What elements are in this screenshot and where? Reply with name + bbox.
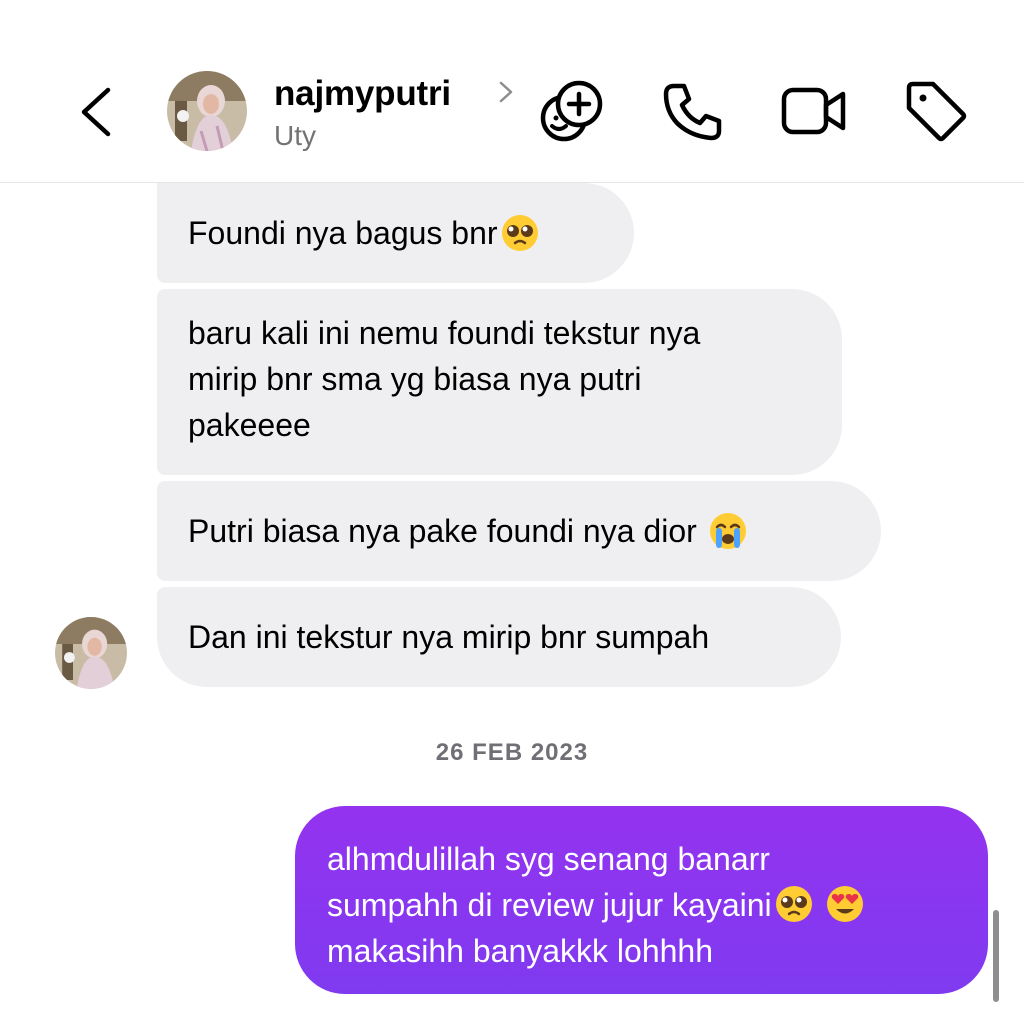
message-text: Foundi nya bagus bnr <box>188 215 498 251</box>
sent-message-line: alhmdulillah syg senang banarr <box>327 841 770 877</box>
back-button[interactable] <box>78 82 118 142</box>
received-message[interactable]: Putri biasa nya pake foundi nya dior <box>157 481 881 581</box>
video-icon <box>781 87 846 135</box>
chat-header: najmyputri Uty <box>0 0 1024 183</box>
pleading-face-emoji-icon <box>775 886 812 922</box>
pleading-face-emoji-icon <box>501 215 538 251</box>
video-call-button[interactable] <box>781 78 847 144</box>
tag-icon <box>906 81 967 142</box>
phone-icon <box>663 83 722 141</box>
add-people-button[interactable] <box>537 78 603 144</box>
scrollbar[interactable] <box>993 910 999 1002</box>
received-message[interactable]: Dan ini tekstur nya mirip bnr sumpah <box>157 587 841 687</box>
date-separator: 26 FEB 2023 <box>435 739 589 766</box>
sent-message[interactable]: alhmdulillah syg senang banarr sumpahh d… <box>295 806 988 994</box>
tag-button[interactable] <box>903 78 969 144</box>
call-button[interactable] <box>660 78 726 144</box>
chevron-right-icon[interactable] <box>496 80 516 104</box>
message-text: Dan ini tekstur nya mirip bnr sumpah <box>188 619 710 655</box>
message-text: Putri biasa nya pake foundi nya dior <box>188 513 706 549</box>
received-message[interactable]: Foundi nya bagus bnr <box>157 183 634 283</box>
received-message[interactable]: baru kali ini nemu foundi tekstur nya mi… <box>157 289 842 475</box>
display-name: Uty <box>274 120 316 151</box>
message-text: baru kali ini nemu foundi tekstur nya mi… <box>188 315 701 443</box>
sent-message-line: makasihh banyakkk lohhhh <box>327 933 714 969</box>
avatar[interactable] <box>167 71 247 151</box>
sent-message-line: sumpahh di review jujur kayaini <box>327 882 958 928</box>
chevron-left-icon <box>81 87 111 137</box>
sender-avatar[interactable] <box>55 617 127 689</box>
heart-eyes-emoji-icon <box>826 886 863 922</box>
add-people-icon <box>540 80 603 142</box>
sent-message-line-text: sumpahh di review jujur kayaini <box>327 887 772 923</box>
crying-face-emoji-icon <box>709 513 746 549</box>
username[interactable]: najmyputri <box>274 74 451 114</box>
